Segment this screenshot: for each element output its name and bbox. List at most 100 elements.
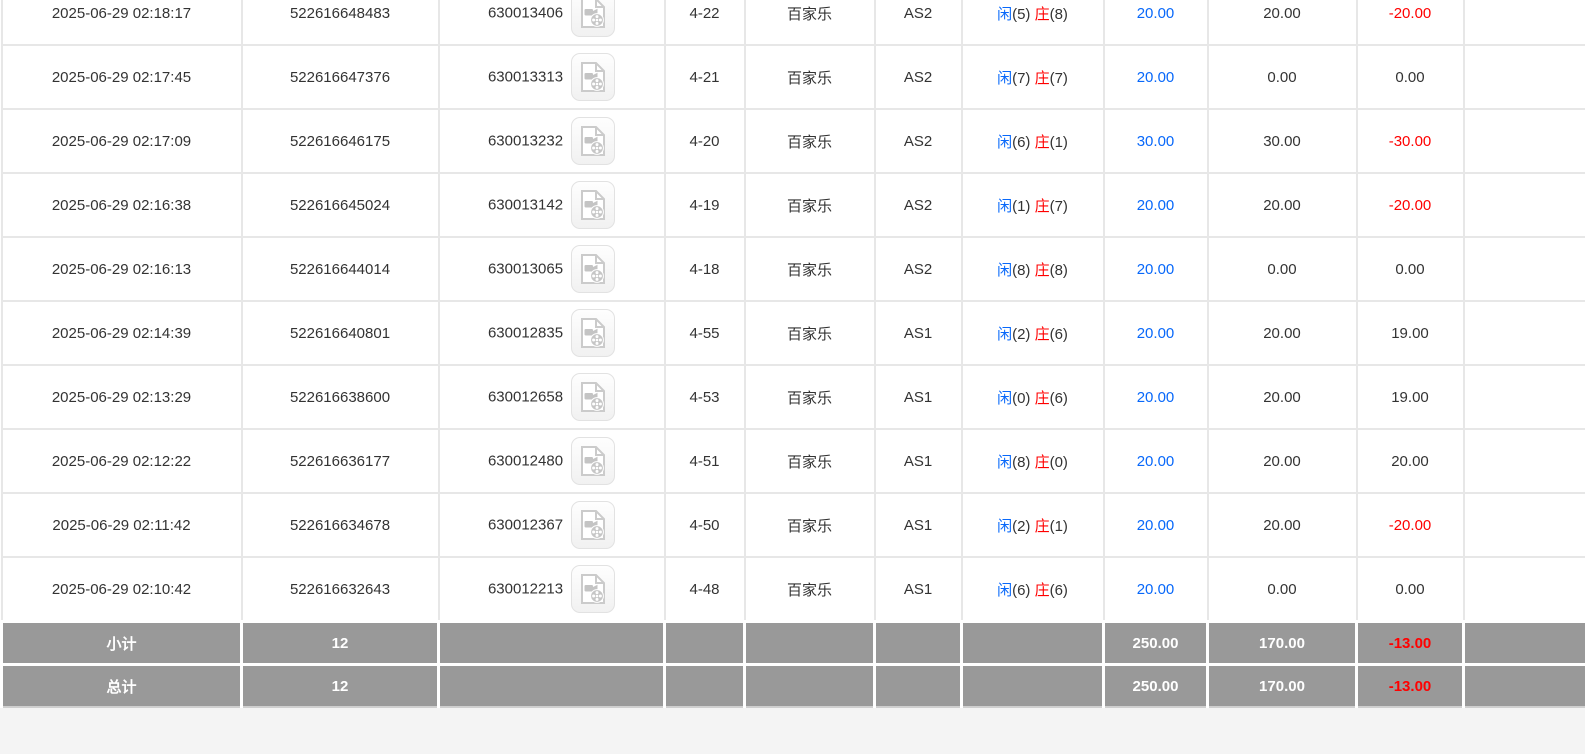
bet-amount-cell: 30.00 (1104, 109, 1208, 173)
video-replay-icon (580, 190, 606, 220)
video-replay-button[interactable] (571, 565, 615, 613)
bet-number-cell: 522616634678 (242, 493, 439, 557)
banker-points: (7) (1050, 70, 1068, 87)
bet-time-cell: 2025-06-29 02:14:39 (2, 301, 242, 365)
video-replay-button[interactable] (571, 117, 615, 165)
bet-amount-cell: 20.00 (1104, 429, 1208, 493)
video-replay-icon (580, 382, 606, 412)
game-type-cell: 百家乐 (745, 301, 875, 365)
banker-result-label: 庄 (1035, 262, 1050, 279)
player-result-label: 闲 (997, 198, 1012, 215)
bet-number-cell: 522616648483 (242, 0, 439, 45)
bet-record-row: 2025-06-29 02:17:45522616647376630013313… (2, 45, 1585, 109)
banker-points: (8) (1050, 6, 1068, 23)
player-points: (0) (1012, 390, 1035, 407)
footer-label-cell: 小计 (2, 622, 242, 665)
bet-time-cell: 2025-06-29 02:10:42 (2, 557, 242, 622)
bet-number-cell: 522616640801 (242, 301, 439, 365)
table-code-cell: AS2 (875, 109, 962, 173)
footer-empty-cell (962, 622, 1104, 665)
table-code-cell: AS1 (875, 301, 962, 365)
empty-cell (1464, 493, 1585, 557)
footer-empty-cell (439, 622, 665, 665)
grand-total-row: 总计12250.00170.00-13.00 (2, 665, 1585, 708)
session-cell: 4-53 (665, 365, 745, 429)
banker-result-label: 庄 (1035, 390, 1050, 407)
video-replay-icon (580, 318, 606, 348)
banker-result-label: 庄 (1035, 326, 1050, 343)
subtotal-row: 小计12250.00170.00-13.00 (2, 622, 1585, 665)
valid-amount-cell: 20.00 (1208, 301, 1357, 365)
footer-bet-total-cell: 250.00 (1104, 665, 1208, 708)
session-cell: 4-51 (665, 429, 745, 493)
empty-cell (1464, 365, 1585, 429)
video-replay-icon (580, 510, 606, 540)
banker-result-label: 庄 (1035, 582, 1050, 599)
video-replay-button[interactable] (571, 53, 615, 101)
result-cell: 闲(1) 庄(7) (962, 173, 1104, 237)
valid-amount-cell: 30.00 (1208, 109, 1357, 173)
footer-empty-cell (875, 622, 962, 665)
footer-empty-cell (1464, 622, 1585, 665)
table-code-cell: AS1 (875, 429, 962, 493)
video-replay-button[interactable] (571, 181, 615, 229)
session-cell: 4-50 (665, 493, 745, 557)
round-number-cell: 630012658 (439, 365, 665, 429)
win-loss-cell: 0.00 (1357, 237, 1464, 301)
video-replay-icon (580, 62, 606, 92)
bet-record-row: 2025-06-29 02:18:17522616648483630013406… (2, 0, 1585, 45)
bet-number-cell: 522616638600 (242, 365, 439, 429)
footer-bet-total-cell: 250.00 (1104, 622, 1208, 665)
session-cell: 4-18 (665, 237, 745, 301)
banker-points: (6) (1050, 582, 1068, 599)
round-number-cell: 630012835 (439, 301, 665, 365)
video-replay-icon (580, 126, 606, 156)
table-code-cell: AS1 (875, 557, 962, 622)
win-loss-cell: 20.00 (1357, 429, 1464, 493)
round-number-text: 630013406 (488, 5, 563, 22)
video-replay-button[interactable] (571, 309, 615, 357)
result-cell: 闲(8) 庄(8) (962, 237, 1104, 301)
bet-record-row: 2025-06-29 02:14:39522616640801 630012835… (2, 301, 1585, 365)
round-number-cell: 630012213 (439, 557, 665, 622)
player-result-label: 闲 (997, 454, 1012, 471)
round-number-cell: 630013406 (439, 0, 665, 45)
player-points: (2) (1012, 326, 1035, 343)
banker-result-label: 庄 (1035, 518, 1050, 535)
video-replay-button[interactable] (571, 373, 615, 421)
player-result-label: 闲 (997, 70, 1012, 87)
empty-cell (1464, 45, 1585, 109)
bet-time-cell: 2025-06-29 02:16:13 (2, 237, 242, 301)
round-number-cell: 630013142 (439, 173, 665, 237)
session-cell: 4-19 (665, 173, 745, 237)
bet-number-cell: 522616636177 (242, 429, 439, 493)
empty-cell (1464, 173, 1585, 237)
player-result-label: 闲 (997, 326, 1012, 343)
table-code-cell: AS1 (875, 365, 962, 429)
player-points: (7) (1012, 70, 1035, 87)
game-type-cell: 百家乐 (745, 109, 875, 173)
footer-empty-cell (1464, 665, 1585, 708)
bet-time-cell: 2025-06-29 02:11:42 (2, 493, 242, 557)
bet-number-cell: 522616645024 (242, 173, 439, 237)
footer-empty-cell (665, 622, 745, 665)
video-replay-button[interactable] (571, 0, 615, 37)
video-replay-button[interactable] (571, 437, 615, 485)
video-replay-icon (580, 0, 606, 28)
game-type-cell: 百家乐 (745, 493, 875, 557)
bet-time-cell: 2025-06-29 02:16:38 (2, 173, 242, 237)
video-replay-icon (580, 254, 606, 284)
round-number-text: 630013142 (488, 197, 563, 214)
round-number-text: 630012835 (488, 325, 563, 342)
valid-amount-cell: 0.00 (1208, 45, 1357, 109)
video-replay-button[interactable] (571, 245, 615, 293)
banker-result-label: 庄 (1035, 6, 1050, 23)
player-points: (6) (1012, 582, 1035, 599)
video-replay-button[interactable] (571, 501, 615, 549)
footer-empty-cell (665, 665, 745, 708)
game-type-cell: 百家乐 (745, 0, 875, 45)
banker-result-label: 庄 (1035, 198, 1050, 215)
win-loss-cell: -20.00 (1357, 0, 1464, 45)
bet-time-cell: 2025-06-29 02:17:45 (2, 45, 242, 109)
player-points: (5) (1012, 6, 1035, 23)
